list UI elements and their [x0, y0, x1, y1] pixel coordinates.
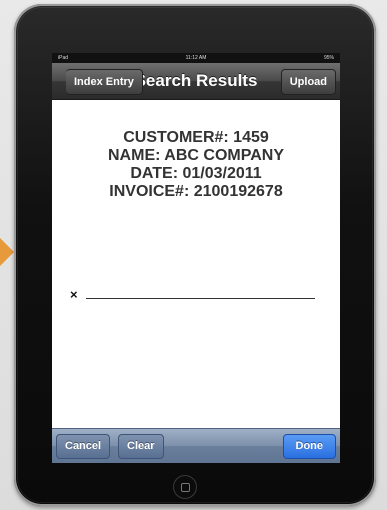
bottom-toolbar: Cancel Clear Done	[52, 428, 340, 463]
orange-arrow-icon	[0, 238, 14, 266]
clear-button[interactable]: Clear	[118, 434, 164, 459]
index-entry-back-button[interactable]: Index Entry	[66, 69, 143, 95]
invoice-date: DATE: 01/03/2011	[130, 165, 262, 182]
status-bar: iPad 11:12 AM 95%	[52, 53, 340, 63]
status-time: 11:12 AM	[185, 55, 207, 61]
status-battery: 95%	[323, 55, 334, 61]
done-button[interactable]: Done	[282, 434, 336, 459]
signature-line[interactable]	[86, 298, 315, 299]
invoice-number: INVOICE#: 2100192678	[109, 183, 283, 200]
back-button-label: Index Entry	[74, 76, 134, 88]
invoice-info: CUSTOMER#: 1459 NAME: ABC COMPANY DATE: …	[52, 129, 340, 201]
cancel-button[interactable]: Cancel	[56, 434, 111, 459]
home-button-icon[interactable]	[174, 476, 196, 498]
navigation-bar: Search Results Index Entry Upload	[52, 63, 340, 100]
customer-name: NAME: ABC COMPANY	[108, 147, 284, 164]
app-screen: iPad 11:12 AM 95% Search Results Index E…	[52, 53, 340, 463]
signature-x-mark: ×	[70, 287, 78, 302]
upload-button[interactable]: Upload	[280, 69, 336, 95]
customer-number: CUSTOMER#: 1459	[123, 129, 269, 146]
